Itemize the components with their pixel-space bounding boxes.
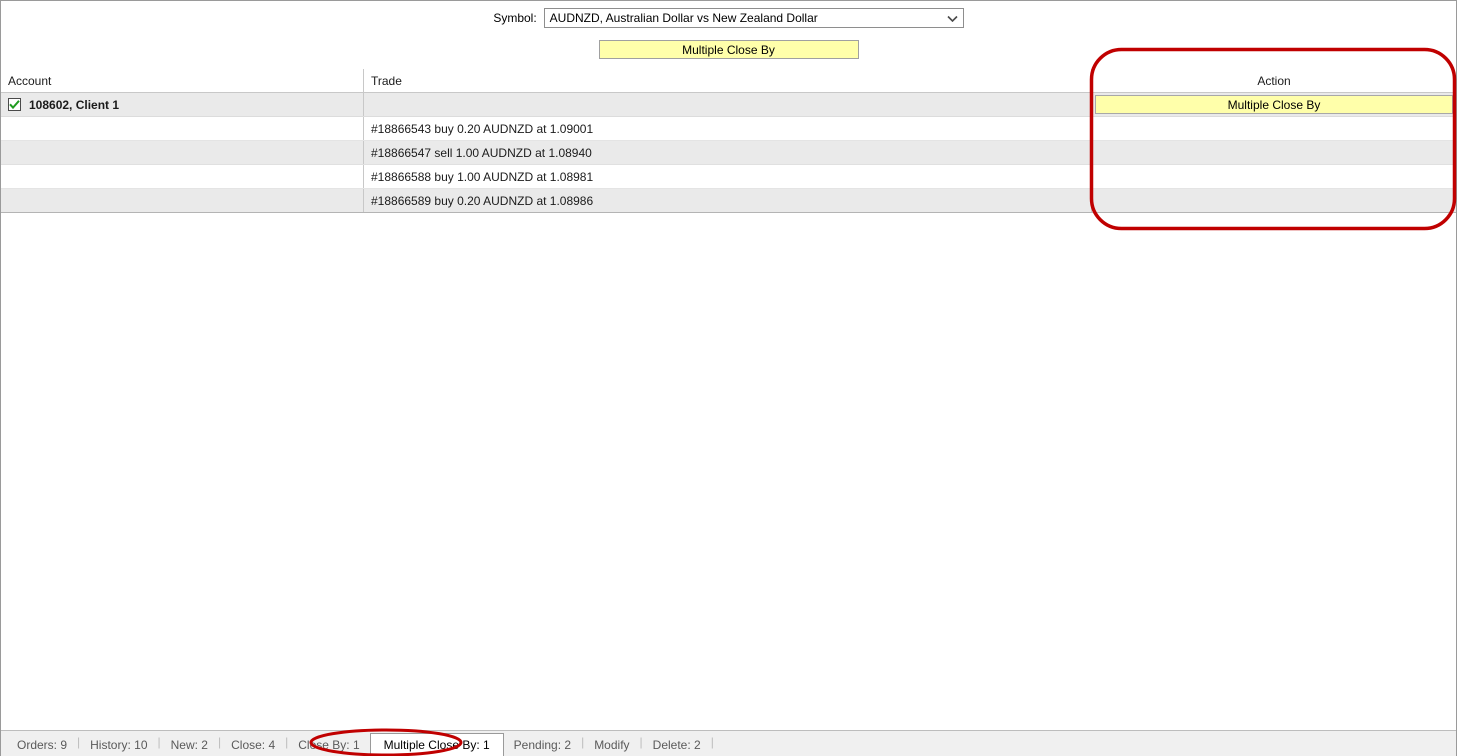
account-label: 108602, Client 1 <box>29 97 120 112</box>
tab-multiple-close-by[interactable]: Multiple Close By: 1 <box>369 733 504 756</box>
symbol-select[interactable]: AUDNZD, Australian Dollar vs New Zealand… <box>543 8 964 28</box>
action-cell <box>1092 117 1456 140</box>
multiple-close-by-panel: Symbol: AUDNZD, Australian Dollar vs New… <box>0 0 1457 756</box>
account-trade-cell <box>364 93 1092 116</box>
account-checkbox[interactable] <box>8 98 21 111</box>
tab-close-by[interactable]: Close By: 1 <box>288 734 369 756</box>
column-header-account: Account <box>1 69 364 92</box>
tab-pending[interactable]: Pending: 2 <box>504 734 581 756</box>
chevron-down-icon[interactable] <box>942 9 963 27</box>
account-cell <box>1 189 364 212</box>
table-row[interactable]: #18866588 buy 1.00 AUDNZD at 1.08981 <box>1 165 1456 189</box>
tab-separator: | <box>710 735 714 749</box>
multiple-close-by-button[interactable]: Multiple Close By <box>598 40 859 59</box>
table-header-row: Account Trade Action <box>1 69 1456 93</box>
top-button-row: Multiple Close By <box>1 40 1456 62</box>
column-header-trade: Trade <box>364 69 1092 92</box>
tab-modify[interactable]: Modify <box>584 734 639 756</box>
tab-orders[interactable]: Orders: 9 <box>7 734 77 756</box>
row-multiple-close-by-button[interactable]: Multiple Close By <box>1095 95 1453 114</box>
tab-history[interactable]: History: 10 <box>80 734 157 756</box>
tab-delete[interactable]: Delete: 2 <box>643 734 711 756</box>
table-row[interactable]: #18866543 buy 0.20 AUDNZD at 1.09001 <box>1 117 1456 141</box>
table-row-account[interactable]: 108602, Client 1 Multiple Close By <box>1 93 1456 117</box>
bottom-tab-bar: Orders: 9 | History: 10 | New: 2 | Close… <box>1 730 1456 756</box>
trade-cell: #18866543 buy 0.20 AUDNZD at 1.09001 <box>364 117 1092 140</box>
trade-cell: #18866589 buy 0.20 AUDNZD at 1.08986 <box>364 189 1092 212</box>
tab-close[interactable]: Close: 4 <box>221 734 285 756</box>
column-header-action: Action <box>1257 73 1291 88</box>
account-cell <box>1 165 364 188</box>
symbol-label: Symbol: <box>493 11 537 25</box>
symbol-selected-value: AUDNZD, Australian Dollar vs New Zealand… <box>549 11 818 25</box>
action-cell <box>1092 141 1456 164</box>
trades-table: Account Trade Action 108602, Client 1 Mu… <box>1 69 1456 213</box>
account-action-cell: Multiple Close By <box>1092 93 1456 116</box>
account-cell <box>1 117 364 140</box>
account-cell: 108602, Client 1 <box>1 93 364 116</box>
table-row[interactable]: #18866547 sell 1.00 AUDNZD at 1.08940 <box>1 141 1456 165</box>
action-cell <box>1092 189 1456 212</box>
trade-cell: #18866547 sell 1.00 AUDNZD at 1.08940 <box>364 141 1092 164</box>
symbol-bar: Symbol: AUDNZD, Australian Dollar vs New… <box>1 1 1456 35</box>
trade-cell: #18866588 buy 1.00 AUDNZD at 1.08981 <box>364 165 1092 188</box>
tab-new[interactable]: New: 2 <box>161 734 218 756</box>
table-row[interactable]: #18866589 buy 0.20 AUDNZD at 1.08986 <box>1 189 1456 213</box>
action-cell <box>1092 165 1456 188</box>
account-cell <box>1 141 364 164</box>
